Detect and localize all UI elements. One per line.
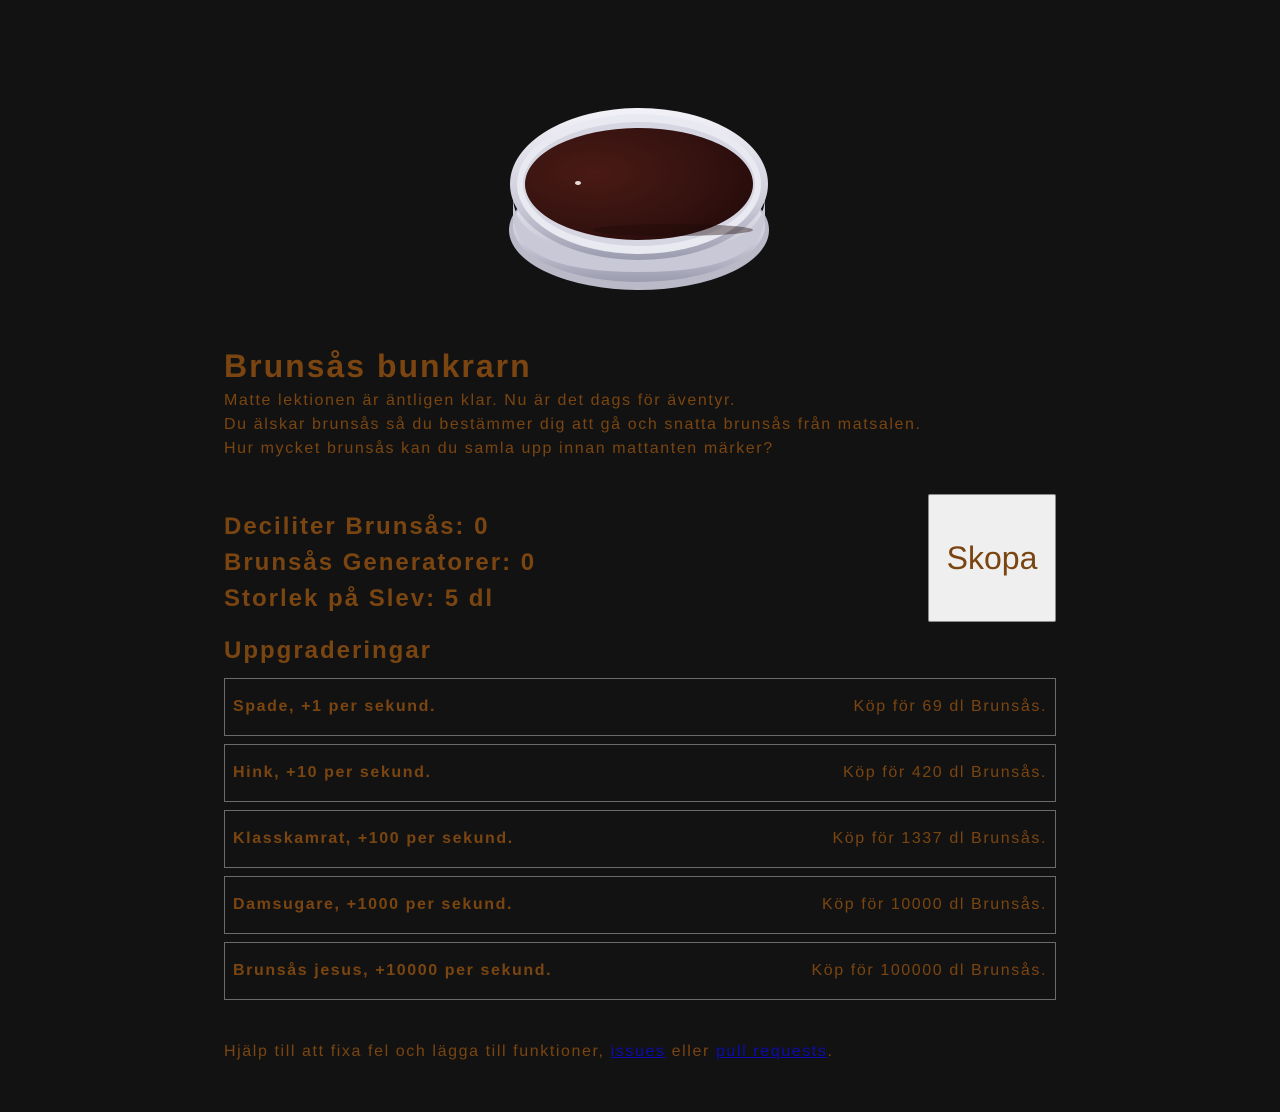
upgrade-name: Klasskamrat, +100 per sekund. [233,830,514,847]
footer-suffix: . [827,1043,834,1060]
intro-line: Du älskar brunsås så du bestämmer dig at… [224,416,922,433]
page-title: Brunsås bunkrarn [224,348,532,384]
upgrade-price: Köp för 420 dl Brunsås. [842,764,1047,781]
upgrades-list: Spade, +1 per sekund. Köp för 69 dl Brun… [224,678,1056,1008]
upgrade-name: Brunsås jesus, +10000 per sekund. [233,962,553,979]
stats-panel: Deciliter Brunsås: 0 Brunsås Generatorer… [224,509,536,617]
brown-sauce-bowl-image [509,108,769,290]
upgrade-price: Köp för 69 dl Brunsås. [853,698,1047,715]
upgrades-heading: Uppgraderingar [224,637,433,664]
scoop-button[interactable]: Skopa [928,494,1056,622]
upgrade-price: Köp för 10000 dl Brunsås. [821,896,1047,913]
upgrade-price: Köp för 100000 dl Brunsås. [811,962,1047,979]
upgrade-name: Damsugare, +1000 per sekund. [233,896,514,913]
upgrade-name: Hink, +10 per sekund. [233,764,432,781]
deciliter-counter: Deciliter Brunsås: 0 [224,513,490,540]
issues-link[interactable]: issues [611,1043,666,1060]
intro-line: Hur mycket brunsås kan du samla upp inna… [224,440,774,457]
upgrade-price: Köp för 1337 dl Brunsås. [832,830,1047,847]
footer-middle: eller [665,1043,716,1060]
generator-counter: Brunsås Generatorer: 0 [224,549,537,576]
intro-line: Matte lektionen är äntligen klar. Nu är … [224,392,737,409]
intro-text: Matte lektionen är äntligen klar. Nu är … [224,389,922,461]
pull-requests-link[interactable]: pull requests [716,1043,828,1060]
upgrade-sauce-jesus[interactable]: Brunsås jesus, +10000 per sekund. Köp fö… [224,942,1056,1000]
ladle-size: Storlek på Slev: 5 dl [224,585,495,612]
footer-prefix: Hjälp till att fixa fel och lägga till f… [224,1043,611,1060]
upgrade-name: Spade, +1 per sekund. [233,698,436,715]
footer-text: Hjälp till att fixa fel och lägga till f… [224,1040,834,1064]
upgrade-bucket[interactable]: Hink, +10 per sekund. Köp för 420 dl Bru… [224,744,1056,802]
upgrade-classmate[interactable]: Klasskamrat, +100 per sekund. Köp för 13… [224,810,1056,868]
upgrade-spade[interactable]: Spade, +1 per sekund. Köp för 69 dl Brun… [224,678,1056,736]
upgrade-vacuum[interactable]: Damsugare, +1000 per sekund. Köp för 100… [224,876,1056,934]
